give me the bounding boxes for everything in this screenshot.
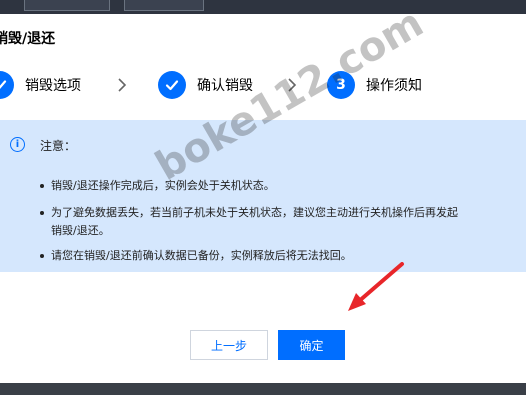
- chevron-right-icon: [288, 78, 297, 92]
- prev-step-button[interactable]: 上一步: [190, 330, 268, 360]
- red-arrow-annotation: [348, 262, 404, 311]
- dialog-title: 销毁/退还: [0, 31, 56, 47]
- top-tab[interactable]: [124, 0, 204, 11]
- step-confirm-destroy: 确认销毁: [158, 71, 253, 99]
- check-icon: [0, 71, 14, 99]
- bullet-dot: [40, 254, 44, 258]
- bottom-bar: [0, 383, 526, 395]
- step-label: 确认销毁: [197, 78, 253, 94]
- confirm-button[interactable]: 确定: [278, 330, 345, 360]
- bullet-dot: [40, 211, 44, 215]
- top-tab[interactable]: [24, 0, 110, 11]
- chevron-right-icon: [118, 78, 127, 92]
- info-icon: i: [10, 137, 25, 152]
- bullet-dot: [40, 184, 44, 188]
- check-icon: [158, 71, 186, 99]
- step-operation-notes: 3 操作须知: [327, 71, 422, 99]
- step-label: 销毁选项: [25, 78, 81, 94]
- top-bar: [0, 0, 526, 14]
- notice-title: 注意：: [40, 139, 77, 153]
- step-label: 操作须知: [366, 78, 422, 94]
- step-destroy-options: 销毁选项: [0, 71, 81, 99]
- step-number: 3: [327, 71, 355, 99]
